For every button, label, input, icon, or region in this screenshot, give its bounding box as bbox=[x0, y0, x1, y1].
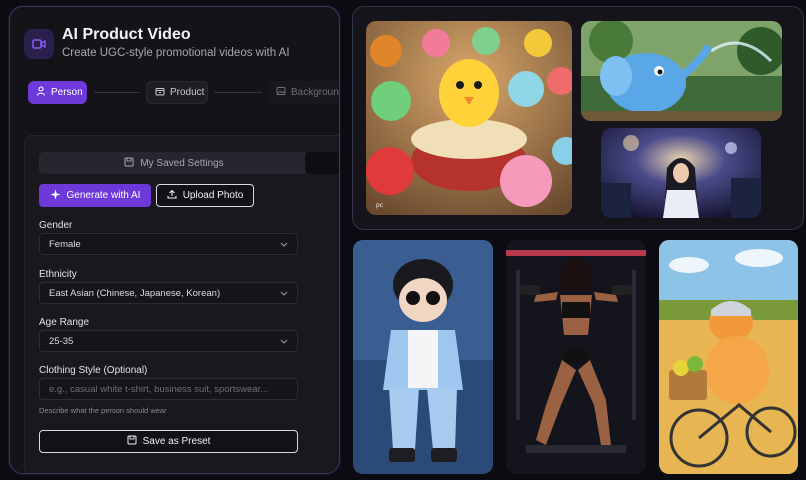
gallery-image-elephant[interactable] bbox=[581, 21, 782, 121]
gender-value: Female bbox=[49, 238, 81, 250]
chevron-down-icon bbox=[280, 239, 288, 250]
gallery-image-space-girl[interactable] bbox=[601, 128, 761, 218]
gender-select[interactable]: Female bbox=[39, 233, 298, 255]
clothing-style-label: Clothing Style (Optional) bbox=[39, 365, 148, 376]
gallery-image-baby-beanie[interactable] bbox=[353, 240, 493, 474]
generate-with-ai-button[interactable]: Generate with AI bbox=[39, 184, 151, 207]
ethnicity-select[interactable]: East Asian (Chinese, Japanese, Korean) bbox=[39, 282, 298, 304]
package-icon bbox=[155, 86, 165, 99]
upload-photo-label: Upload Photo bbox=[182, 190, 244, 201]
gallery-image-chicks-drum[interactable]: pc bbox=[366, 21, 572, 215]
ethnicity-value: East Asian (Chinese, Japanese, Korean) bbox=[49, 287, 221, 299]
page-subtitle: Create UGC-style promotional videos with… bbox=[62, 47, 290, 59]
chevron-down-icon bbox=[280, 336, 288, 347]
tab-background[interactable]: Background bbox=[268, 81, 340, 104]
saved-settings-toggle[interactable]: My Saved Settings bbox=[39, 152, 309, 174]
image-icon bbox=[276, 86, 286, 99]
ethnicity-label: Ethnicity bbox=[39, 269, 77, 280]
gallery-image-cat-bike[interactable] bbox=[659, 240, 798, 474]
save-icon bbox=[127, 435, 137, 448]
page-title: AI Product Video bbox=[62, 26, 191, 43]
saved-settings-alt-tab[interactable] bbox=[305, 152, 339, 174]
step-divider bbox=[214, 92, 262, 93]
step-tabs: Person Product Background bbox=[24, 81, 340, 109]
upload-photo-button[interactable]: Upload Photo bbox=[156, 184, 254, 207]
save-as-preset-button[interactable]: Save as Preset bbox=[39, 430, 298, 453]
video-camera-icon bbox=[24, 29, 54, 59]
clothing-style-hint: Describe what the person should wear bbox=[39, 406, 167, 415]
saved-settings-label: My Saved Settings bbox=[140, 157, 224, 169]
gallery-image-fitness[interactable] bbox=[506, 240, 646, 474]
gallery-watermark: pc bbox=[376, 202, 383, 209]
sparkle-icon bbox=[50, 189, 61, 203]
tab-background-label: Background bbox=[291, 87, 340, 98]
panel-header: AI Product Video Create UGC-style promot… bbox=[24, 23, 324, 71]
clothing-style-placeholder: e.g., casual white t-shirt, business sui… bbox=[49, 383, 269, 395]
generate-with-ai-label: Generate with AI bbox=[66, 190, 141, 201]
tab-product[interactable]: Product bbox=[146, 81, 208, 104]
tab-product-label: Product bbox=[170, 87, 205, 98]
age-range-label: Age Range bbox=[39, 317, 90, 328]
chevron-down-icon bbox=[280, 288, 288, 299]
person-icon bbox=[36, 86, 46, 99]
age-range-select[interactable]: 25-35 bbox=[39, 330, 298, 352]
save-icon bbox=[124, 157, 134, 170]
person-form: My Saved Settings Generate with AI Uploa… bbox=[24, 135, 339, 473]
tab-person[interactable]: Person bbox=[28, 81, 87, 104]
tab-person-label: Person bbox=[51, 87, 83, 98]
save-as-preset-label: Save as Preset bbox=[142, 436, 211, 447]
clothing-style-input[interactable]: e.g., casual white t-shirt, business sui… bbox=[39, 378, 298, 400]
step-divider bbox=[94, 92, 140, 93]
product-video-panel: AI Product Video Create UGC-style promot… bbox=[9, 6, 340, 474]
upload-icon bbox=[167, 189, 177, 202]
age-range-value: 25-35 bbox=[49, 335, 74, 347]
gender-label: Gender bbox=[39, 220, 73, 231]
